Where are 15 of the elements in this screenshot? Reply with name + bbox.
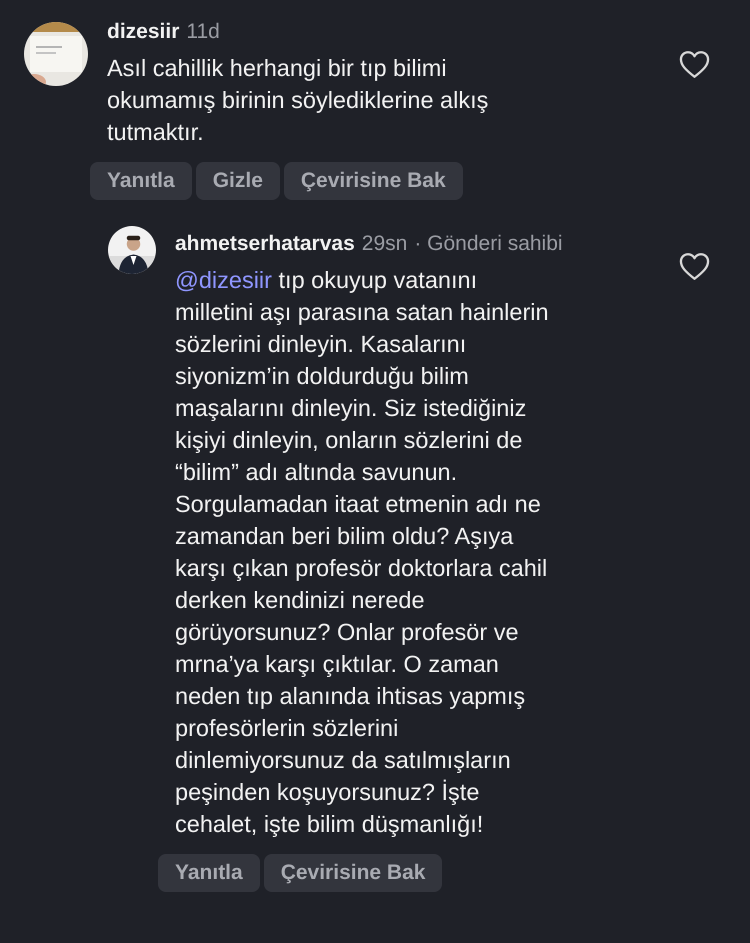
timestamp: 11d xyxy=(186,20,220,44)
username[interactable]: ahmetserhatarvas xyxy=(175,232,355,256)
username[interactable]: dizesiir xyxy=(107,20,180,44)
action-button[interactable]: Yanıtla xyxy=(90,162,192,200)
action-button[interactable]: Gizle xyxy=(196,162,280,200)
mention-link[interactable]: @dizesiir xyxy=(175,267,272,293)
comment-text: @dizesiir tıp okuyup vatanını milletini aşı parasına satan hainlerin sözlerini dinleyin. Kasalarını siyonizm’in doldurduğu bilim maşalarını dinleyin. Siz istediğiniz kişiyi dinleyin, onların sözlerini de “bilim” adı altında savunun. Sorgulamadan itaat etmenin adı ne zamandan beri bilim oldu? Aşıya karşı çıkan profesör doktorlara cahil derken kendinizi nerede görüyorsunuz? Onlar profesör ve mrna’ya karşı çıktılar. O zaman neden tıp alanında ihtisas yapmış profesörlerin sözlerini dinlemiyorsunuz da satılmışların peşinden koşuyorsunuz? İşte cehalet, işte bilim düşmanlığı! xyxy=(175,266,550,839)
action-button[interactable]: Yanıtla xyxy=(158,854,260,892)
heart-icon[interactable] xyxy=(679,50,710,79)
comment-text: Asıl cahillik herhangi bir tıp bilimi okumamış birinin söylediklerine alkış tutmaktır. xyxy=(107,54,488,147)
action-button[interactable]: Çevirisine Bak xyxy=(284,162,463,200)
action-button[interactable]: Çevirisine Bak xyxy=(264,854,442,892)
heart-icon[interactable] xyxy=(679,252,710,281)
timestamp: 29sn xyxy=(362,232,408,256)
author-label: · Gönderi sahibi xyxy=(414,232,563,256)
